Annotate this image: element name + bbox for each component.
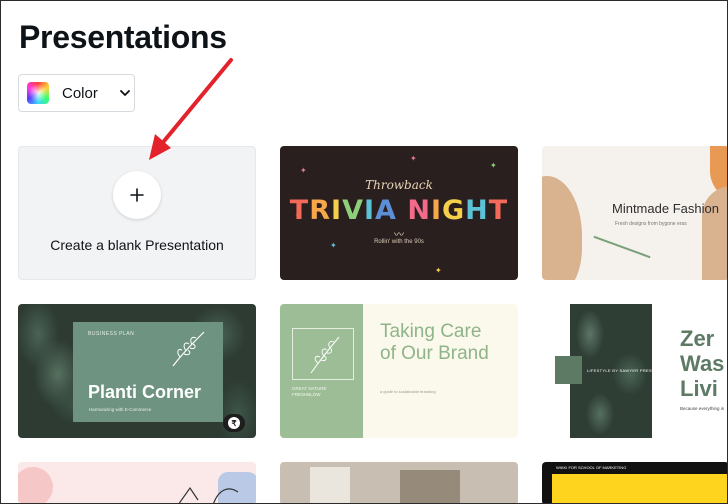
label-block	[555, 356, 582, 384]
color-band	[552, 474, 727, 503]
template-title-line: Taking Care	[380, 321, 482, 342]
template-pink-abstract[interactable]	[18, 462, 256, 503]
template-title-letter: H	[465, 195, 489, 226]
shape-decoration	[18, 467, 53, 503]
template-taking-care-brand[interactable]: GREAT NATURE FRESHBLOW Taking Care of Ou…	[280, 304, 518, 438]
plus-button[interactable]	[113, 171, 161, 219]
star-decoration: ✦	[300, 166, 307, 175]
star-decoration: ✦	[490, 161, 497, 170]
template-title: Planti Corner	[88, 382, 202, 402]
template-tagline: Fresh designs from bygone eras	[615, 221, 687, 227]
template-title: TRIVIA NIGHT	[280, 195, 518, 226]
frame-decoration	[292, 328, 354, 380]
template-tagline: WIKKI FOR SCHOOL OF MARKETING	[556, 465, 627, 470]
template-title-letter: I	[331, 195, 343, 226]
canva-presentations-view: Presentations Color Create a blank Prese…	[0, 0, 728, 504]
line-art-icon	[178, 486, 239, 503]
template-title-line: Livi	[680, 376, 718, 401]
template-side-text: GREAT NATURE FRESHBLOW	[292, 386, 327, 397]
color-filter-label: Color	[62, 84, 98, 102]
template-title-letter: I	[430, 195, 442, 226]
template-kicker: LIFESTYLE BY SAWYER PRESENTS	[587, 368, 664, 373]
template-title: Zer Was Livi	[680, 326, 724, 401]
color-filter-dropdown[interactable]: Color	[18, 74, 135, 112]
leaf-sketch-icon	[172, 331, 205, 367]
template-title-letter: A	[375, 195, 397, 226]
rupee-icon: ₹	[228, 417, 240, 429]
photo-block	[310, 467, 350, 503]
leaf-sketch-icon	[310, 336, 340, 374]
template-title-letter: G	[441, 195, 466, 226]
template-title-letter: V	[342, 195, 364, 226]
template-tagline: Because everything is	[680, 406, 725, 411]
shape-decoration	[542, 176, 582, 280]
premium-badge: ₹	[223, 414, 245, 432]
template-title-letter: N	[407, 195, 431, 226]
template-kicker: BUSINESS PLAN	[88, 331, 135, 337]
template-trivia-night[interactable]: ✦ ✦ ✦ ✦ ✦ ✦ ✦ Throwback TRIVIA NIGHT 〰 R…	[280, 146, 518, 280]
template-title-letter: I	[363, 195, 376, 226]
template-title-letter: R	[309, 195, 332, 226]
template-title-line: Was	[680, 351, 725, 376]
template-mintmade-fashion[interactable]: Mintmade Fashion Fresh designs from bygo…	[542, 146, 727, 280]
plus-icon	[130, 188, 144, 202]
template-title-letter: T	[488, 195, 509, 226]
template-tagline: Harmonizing with E-Commerce	[89, 407, 152, 412]
create-blank-presentation-card[interactable]: Create a blank Presentation	[18, 146, 256, 280]
photo-block	[400, 470, 460, 503]
template-title: Taking Care of Our Brand	[380, 321, 489, 365]
template-title: Mintmade Fashion	[612, 201, 719, 216]
template-photo-collage[interactable]	[280, 462, 518, 503]
template-yellow-marketing[interactable]: WIKKI FOR SCHOOL OF MARKETING	[542, 462, 727, 503]
star-decoration: ✦	[435, 266, 442, 275]
template-sidebar: GREAT NATURE FRESHBLOW	[280, 304, 363, 438]
template-zero-waste-living[interactable]: LIFESTYLE BY SAWYER PRESENTS Zer Was Liv…	[542, 304, 727, 438]
star-decoration: ✦	[410, 154, 417, 163]
template-planti-corner[interactable]: BUSINESS PLAN Planti Corner Harmonizing …	[18, 304, 256, 438]
template-title-line: of Our Brand	[380, 343, 489, 364]
page-title: Presentations	[19, 19, 227, 55]
template-title-letter	[397, 195, 407, 226]
template-title-letter: T	[289, 195, 310, 226]
create-blank-label: Create a blank Presentation	[50, 237, 224, 253]
template-tagline: Rollin' with the 90s	[374, 239, 424, 245]
template-subtitle: Throwback	[365, 178, 433, 192]
chevron-down-icon	[119, 90, 130, 96]
template-panel: BUSINESS PLAN Planti Corner Harmonizing …	[73, 322, 223, 422]
line-decoration	[593, 235, 651, 259]
color-wheel-icon	[27, 82, 49, 104]
template-title-line: Zer	[680, 326, 715, 351]
template-tagline: a guide to sustainable branding	[380, 389, 436, 394]
